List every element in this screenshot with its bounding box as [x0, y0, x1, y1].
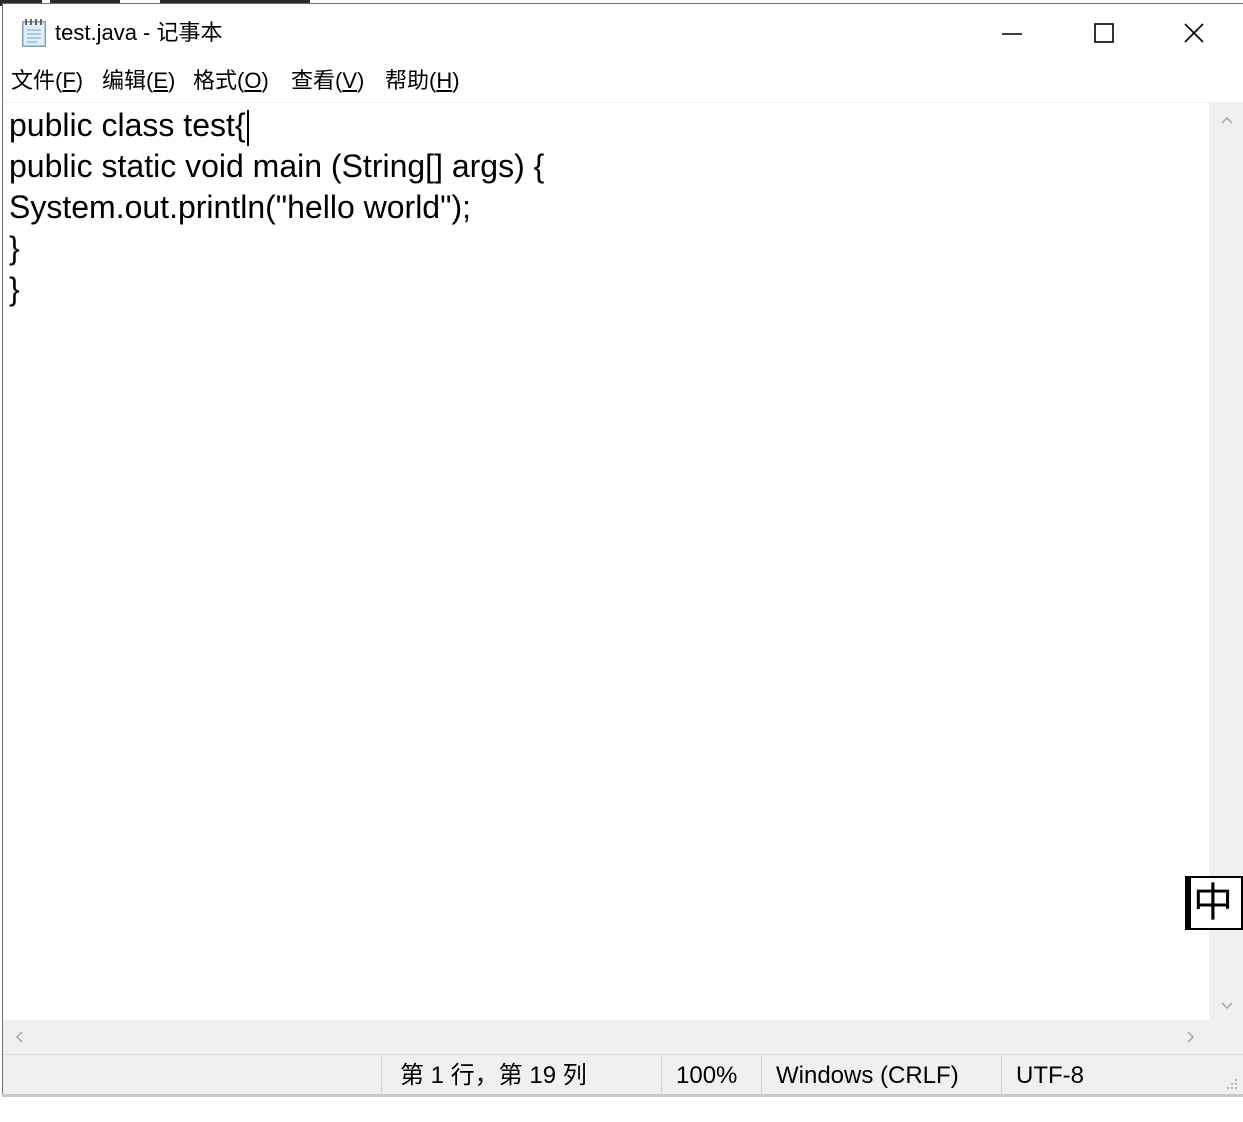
status-cursor-position: 第 1 行，第 19 列	[381, 1055, 661, 1097]
scroll-up-icon[interactable]	[1220, 114, 1234, 128]
horizontal-scrollbar[interactable]	[3, 1020, 1209, 1054]
menu-file[interactable]: 文件(F)	[11, 66, 83, 96]
scroll-down-icon[interactable]	[1220, 998, 1234, 1012]
editor-line: public class test{	[9, 105, 249, 146]
editor-line: }	[9, 230, 20, 266]
status-line-ending: Windows (CRLF)	[761, 1055, 1001, 1097]
editor-line: System.out.println("hello world");	[9, 189, 471, 225]
maximize-button[interactable]	[1073, 10, 1135, 56]
resize-grip-icon[interactable]	[1221, 1075, 1239, 1093]
scrollbar-corner	[1209, 1020, 1243, 1054]
menu-format[interactable]: 格式(O)	[193, 66, 269, 96]
menu-bar: 文件(F) 编辑(E) 格式(O) 查看(V) 帮助(H)	[3, 60, 1243, 102]
minimize-icon	[1002, 33, 1022, 35]
status-encoding: UTF-8	[1001, 1055, 1201, 1097]
window-shadow	[2, 1094, 1243, 1097]
minimize-button[interactable]	[981, 10, 1043, 56]
text-editor[interactable]: public class test{ public static void ma…	[3, 102, 1209, 1021]
menu-view[interactable]: 查看(V)	[291, 66, 364, 96]
window-title: test.java - 记事本	[55, 20, 223, 45]
status-zoom: 100%	[661, 1055, 761, 1097]
title-bar[interactable]: test.java - 记事本	[3, 4, 1243, 60]
text-caret	[246, 109, 249, 146]
maximize-icon	[1094, 23, 1114, 43]
scroll-right-icon[interactable]	[1183, 1030, 1197, 1044]
editor-line: }	[9, 271, 20, 307]
status-bar: 第 1 行，第 19 列 100% Windows (CRLF) UTF-8	[3, 1054, 1243, 1097]
scroll-left-icon[interactable]	[13, 1030, 27, 1044]
notepad-icon	[19, 18, 49, 48]
menu-help[interactable]: 帮助(H)	[385, 66, 460, 96]
close-icon	[1184, 23, 1204, 43]
ime-mode-indicator[interactable]: 中	[1185, 876, 1243, 930]
close-button[interactable]	[1163, 10, 1225, 56]
editor-line: public static void main (String[] args) …	[9, 148, 545, 184]
menu-edit[interactable]: 编辑(E)	[102, 66, 175, 96]
notepad-window: test.java - 记事本 文件(F) 编辑(E) 格式(O) 查看(V) …	[2, 3, 1243, 1097]
